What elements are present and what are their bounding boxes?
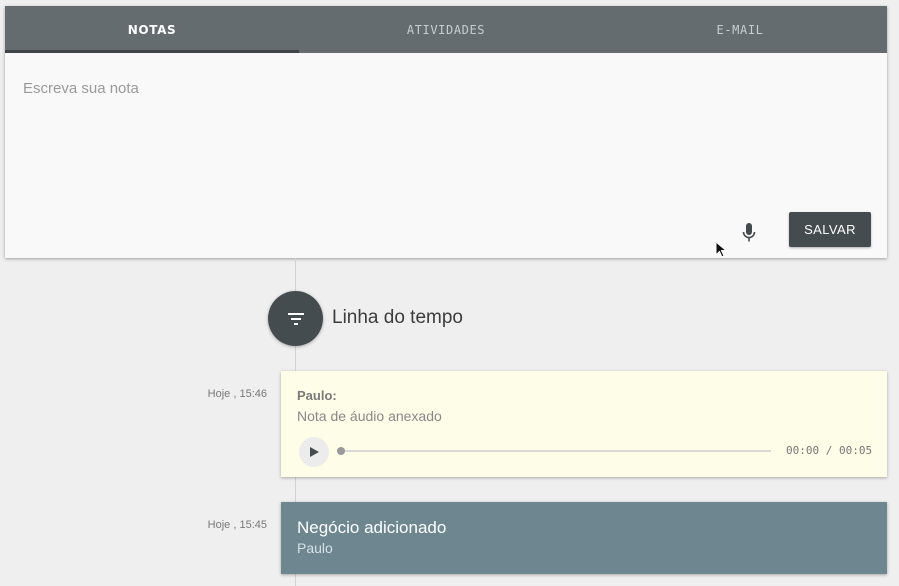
deal-title: Negócio adicionado [297, 518, 447, 537]
filter-button[interactable] [268, 291, 323, 346]
entry-timestamp: Hoje , 15:46 [207, 388, 267, 400]
active-tab-indicator [5, 50, 299, 53]
deal-added-card: Negócio adicionado Paulo [281, 502, 887, 574]
entry-timestamp: Hoje , 15:45 [207, 519, 267, 531]
microphone-icon[interactable] [738, 219, 760, 247]
note-description: Nota de áudio anexado [297, 408, 442, 424]
note-author: Paulo: [297, 388, 337, 403]
tab-atividades[interactable]: ATIVIDADES [299, 6, 593, 53]
note-input[interactable] [21, 78, 865, 192]
filter-icon [287, 312, 304, 325]
mouse-cursor-icon [715, 240, 728, 264]
audio-time: 00:00 / 00:05 [786, 444, 873, 457]
timeline-title: Linha do tempo [332, 307, 463, 328]
audio-note-card: Paulo: Nota de áudio anexado 00:00 / 00:… [281, 371, 887, 477]
audio-progress-track[interactable] [345, 450, 771, 452]
tab-email[interactable]: E-MAIL [593, 6, 887, 53]
deal-author: Paulo [297, 540, 333, 556]
play-button[interactable] [299, 437, 329, 467]
play-icon [310, 447, 319, 457]
save-button[interactable]: SALVAR [789, 212, 871, 247]
tab-bar: NOTAS ATIVIDADES E-MAIL [5, 6, 887, 53]
tab-notas[interactable]: NOTAS [5, 6, 299, 53]
seek-handle[interactable] [337, 447, 345, 455]
note-card: NOTAS ATIVIDADES E-MAIL SALVAR [5, 6, 887, 258]
